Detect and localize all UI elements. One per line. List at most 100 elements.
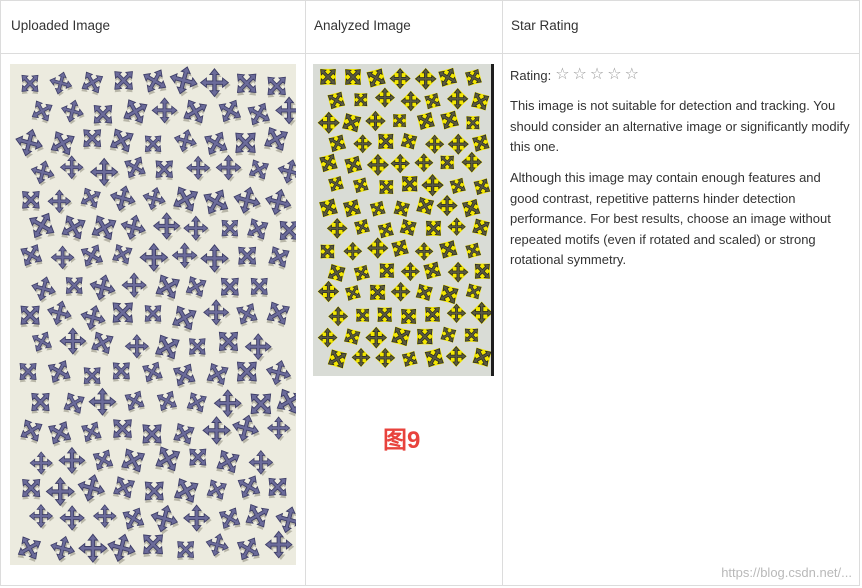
arrow-cross-icon — [19, 363, 37, 383]
arrow-cross-icon — [447, 261, 469, 283]
arrow-cross-icon — [22, 191, 40, 211]
analyzed-image — [313, 64, 491, 376]
arrow-cross-icon — [389, 67, 411, 90]
arrow-cross-icon — [156, 390, 178, 414]
arrow-cross-icon — [218, 331, 239, 354]
arrow-cross-icon — [20, 305, 40, 328]
arrow-cross-icon — [81, 71, 104, 96]
arrow-cross-icon — [342, 199, 362, 218]
arrow-cross-icon — [189, 338, 206, 357]
rating-row: Rating: ☆ ☆ ☆ ☆ ☆ — [510, 67, 642, 83]
column-divider — [502, 1, 503, 585]
arrow-cross-icon — [77, 474, 106, 504]
arrow-cross-icon — [89, 274, 117, 303]
arrow-cross-icon — [440, 326, 457, 343]
arrow-cross-icon — [81, 421, 102, 445]
arrow-cross-icon — [343, 241, 363, 261]
star-outline-icon[interactable]: ☆ — [607, 67, 621, 83]
arrow-cross-icon — [122, 507, 145, 532]
arrow-cross-icon — [344, 155, 363, 174]
star-outline-icon[interactable]: ☆ — [625, 67, 639, 83]
arrow-cross-icon — [45, 476, 77, 508]
arrow-cross-icon — [111, 243, 133, 267]
arrow-cross-icon — [185, 276, 207, 299]
arrow-cross-icon — [353, 218, 371, 235]
arrow-cross-icon — [232, 414, 260, 444]
arrow-cross-icon — [445, 345, 467, 367]
arrow-cross-icon — [465, 242, 482, 259]
arrow-cross-icon — [173, 423, 195, 447]
arrow-cross-icon — [440, 110, 460, 130]
arrow-cross-icon — [89, 157, 120, 188]
arrow-cross-icon — [124, 156, 146, 181]
watermark: https://blog.csdn.net/... — [721, 565, 852, 580]
uploaded-image — [10, 64, 296, 565]
arrow-cross-icon — [113, 419, 132, 441]
arrow-cross-icon — [173, 129, 198, 154]
arrow-cross-icon — [465, 283, 482, 300]
arrow-cross-icon — [473, 178, 491, 196]
arrow-cross-icon — [277, 159, 296, 186]
arrow-cross-icon — [264, 530, 295, 560]
arrow-cross-icon — [49, 71, 73, 97]
star-outline-icon[interactable]: ☆ — [573, 67, 587, 83]
arrow-cross-icon — [172, 186, 199, 214]
arrow-cross-icon — [328, 306, 349, 327]
arrow-cross-icon — [366, 237, 389, 259]
arrow-cross-icon — [266, 416, 292, 441]
arrow-cross-icon — [248, 159, 269, 182]
arrow-cross-icon — [152, 212, 182, 242]
arrow-cross-icon — [245, 503, 270, 530]
arrow-cross-icon — [112, 302, 133, 326]
analyzed-image-edge — [491, 64, 494, 376]
arrow-cross-icon — [92, 449, 114, 473]
header-analyzed-image: Analyzed Image — [314, 18, 411, 33]
arrow-cross-icon — [374, 87, 396, 108]
arrow-cross-icon — [438, 67, 458, 87]
arrow-cross-icon — [21, 74, 39, 95]
arrow-cross-icon — [446, 303, 467, 324]
arrow-cross-icon — [15, 128, 44, 159]
arrow-cross-icon — [326, 217, 348, 239]
arrow-cross-icon — [186, 392, 207, 415]
arrow-cross-icon — [144, 305, 162, 324]
arrow-cross-icon — [320, 244, 335, 259]
arrow-cross-icon — [80, 187, 101, 210]
arrow-cross-icon — [366, 68, 386, 88]
arrow-cross-icon — [466, 116, 480, 130]
star-outline-icon[interactable]: ☆ — [555, 67, 569, 83]
arrow-cross-icon — [183, 99, 208, 126]
arrow-cross-icon — [327, 91, 346, 110]
arrow-cross-icon — [59, 155, 85, 181]
arrow-cross-icon — [172, 363, 196, 389]
arrow-cross-icon — [142, 186, 167, 212]
arrow-cross-icon — [390, 153, 411, 174]
arrow-cross-icon — [425, 220, 442, 236]
arrow-cross-icon — [215, 154, 243, 182]
arrow-cross-icon — [80, 304, 107, 332]
arrow-cross-icon — [169, 66, 199, 97]
arrow-cross-icon — [317, 111, 341, 135]
arrow-cross-icon — [421, 173, 444, 197]
star-outline-icon[interactable]: ☆ — [590, 67, 604, 83]
arrow-cross-icon — [112, 362, 130, 382]
header-uploaded-image: Uploaded Image — [11, 18, 111, 33]
arrow-cross-icon — [155, 274, 180, 302]
arrow-cross-icon — [401, 308, 417, 325]
arrow-cross-icon — [416, 196, 435, 215]
arrow-cross-icon — [236, 537, 260, 563]
arrow-cross-icon — [171, 305, 197, 333]
rating-label: Rating: — [510, 67, 552, 83]
arrow-cross-icon — [203, 299, 231, 327]
arrow-cross-icon — [470, 301, 491, 325]
arrow-cross-icon — [30, 160, 56, 186]
arrow-cross-icon — [114, 71, 133, 93]
arrow-cross-icon — [446, 87, 469, 110]
arrow-cross-icon — [183, 504, 212, 534]
arrow-cross-icon — [344, 69, 361, 85]
arrow-cross-icon — [237, 475, 261, 501]
arrow-cross-icon — [275, 506, 296, 536]
arrow-cross-icon — [50, 245, 76, 271]
repetitive-pattern-message: Although this image may contain enough f… — [510, 170, 831, 267]
arrow-cross-icon — [203, 189, 229, 217]
